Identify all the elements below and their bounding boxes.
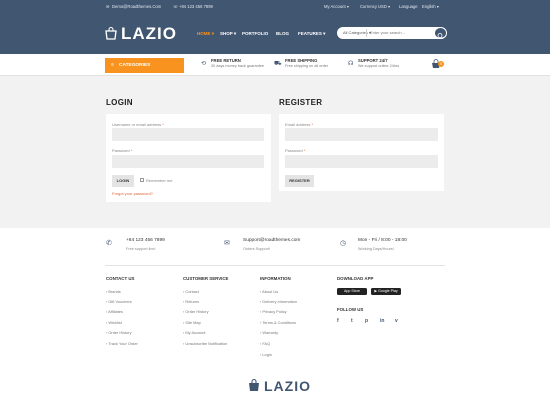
phone-icon: ☏ [173,4,179,9]
footer-link[interactable]: › Contact [183,289,199,294]
contact-sub: Orders Support! [243,247,271,251]
language-label: Language [399,4,418,9]
contact-sub: Working Days/Hours! [358,247,394,251]
footer-link[interactable]: › Login [260,352,272,357]
search-input[interactable]: Enter your search... [370,30,405,35]
linkedin-icon[interactable]: in [380,318,384,324]
nav-portfolio[interactable]: PORTFOLIO [242,31,268,36]
feature-title: SUPPORT 24/7 [358,58,388,63]
footer-link[interactable]: › Gift Vouchers [106,299,132,304]
twitter-icon[interactable]: t [351,318,353,324]
register-button[interactable]: REGISTER [285,175,314,187]
footer-logo[interactable]: LAZIO [264,378,311,394]
contact-sub: Free support line! [126,247,156,251]
feature-sub: We support online 24hrs [358,64,400,68]
forgot-password-link[interactable]: Forgot your password? [112,191,153,196]
feature-sub: 30 days money back guarantee [211,64,264,68]
remember-label: Remember me [146,178,173,183]
footer-link[interactable]: › Brands [106,289,121,294]
username-label: Username or email address * [112,122,164,127]
register-password-input[interactable] [285,155,438,168]
login-title: LOGIN [106,98,133,107]
topbar-phone: +84 123 456 7899 [179,4,213,9]
register-password-label: Password * [285,148,306,153]
footer-link[interactable]: › About Us [260,289,278,294]
footer-link[interactable]: › Wishlist [106,320,122,325]
pinterest-icon[interactable]: p [365,318,368,324]
footer-bag-logo-icon [247,378,261,392]
footer-download-title: DOWNLOAD APP [337,276,374,281]
currency-label: Currency [360,4,377,9]
bag-logo-icon [104,26,118,40]
footer-link[interactable]: › Unsubscribe Notification [183,341,227,346]
account-section [0,76,550,228]
my-account-link[interactable]: My Account ▾ [324,4,349,9]
footer-link[interactable]: › Terms & Conditions [260,320,296,325]
footer-link[interactable]: › FAQ [260,341,270,346]
nav-home[interactable]: HOME ▾ [197,31,214,37]
feature-sub: Free shipping on all order [285,64,329,68]
return-icon: ⟲ [201,61,207,67]
nav-blog[interactable]: BLOG [276,31,289,36]
email-input[interactable] [285,128,438,141]
footer-link[interactable]: › Order History [183,309,209,314]
mail-icon: ✉ [106,4,110,9]
truck-icon: ⛟ [274,61,282,67]
support-icon: ☊ [348,61,354,67]
cart-count-badge: 0 [438,61,444,67]
top-bar: ✉ Demo@Roadthemes.Com ☏ +84 123 456 7899… [0,0,550,14]
search-divider [366,29,367,37]
vimeo-icon[interactable]: v [395,318,398,324]
footer-link[interactable]: › Affiliates [106,309,123,314]
currency-select[interactable]: USD ▾ [378,4,390,9]
categories-button[interactable]: ≡ CATEGORIES [105,58,184,73]
search-category-select[interactable]: All Categories ▾ [343,30,371,35]
footer-link[interactable]: › Privacy Policy [260,309,287,314]
feature-title: FREE RETURN [211,58,241,63]
contact-value: +84 123 456 7899 [126,238,165,243]
footer-link[interactable]: › Track Your Order [106,341,138,346]
mail-icon: ✉ [224,240,230,247]
topbar-email[interactable]: Demo@Roadthemes.Com [112,4,161,9]
footer-link[interactable]: › Warranty [260,330,278,335]
remember-checkbox[interactable] [140,178,144,182]
logo[interactable]: LAZIO [121,24,177,44]
language-select[interactable]: English ▾ [422,4,439,9]
search-button[interactable] [435,28,446,39]
footer-link[interactable]: › Returns [183,299,199,304]
facebook-icon[interactable]: f [337,318,339,324]
contact-value: Mon - Fri / 8:00 - 18:00 [358,238,407,243]
contact-value[interactable]: Support@roadthemes.com [243,238,300,243]
app-store-button[interactable]: App Store [337,288,367,295]
password-input[interactable] [112,155,264,168]
footer-follow-title: FOLLOW US [337,307,364,312]
footer-link[interactable]: › Order History [106,330,132,335]
footer-link[interactable]: › Delivery Information [260,299,297,304]
footer-link[interactable]: › Site Map [183,320,201,325]
nav-shop[interactable]: SHOP ▾ [220,31,236,37]
email-label: Email address * [285,122,314,127]
clock-icon: ◷ [340,240,347,247]
footer-information-title: INFORMATION [260,276,291,281]
register-title: REGISTER [279,98,323,107]
categories-label: CATEGORIES [119,63,151,68]
search-icon [437,33,444,39]
google-play-button[interactable]: ▶ Google Play [371,288,401,295]
footer-service-title: CUSTOMER SERVICE [183,276,229,281]
footer-contact-title: CONTACT US [106,276,135,281]
menu-icon: ≡ [111,62,114,68]
cart-button[interactable]: 0 [431,58,444,70]
footer-link[interactable]: › My Account [183,330,206,335]
nav-features[interactable]: FEATURES ▾ [298,31,325,37]
phone-icon: ✆ [106,240,112,247]
footer-divider [105,265,445,266]
main-header [0,14,550,54]
login-button[interactable]: LOGIN [112,175,134,187]
username-input[interactable] [112,128,264,141]
password-label: Password * [112,148,133,153]
feature-title: FREE SHIPPING [285,58,318,63]
play-icon: ▶ [374,289,378,293]
